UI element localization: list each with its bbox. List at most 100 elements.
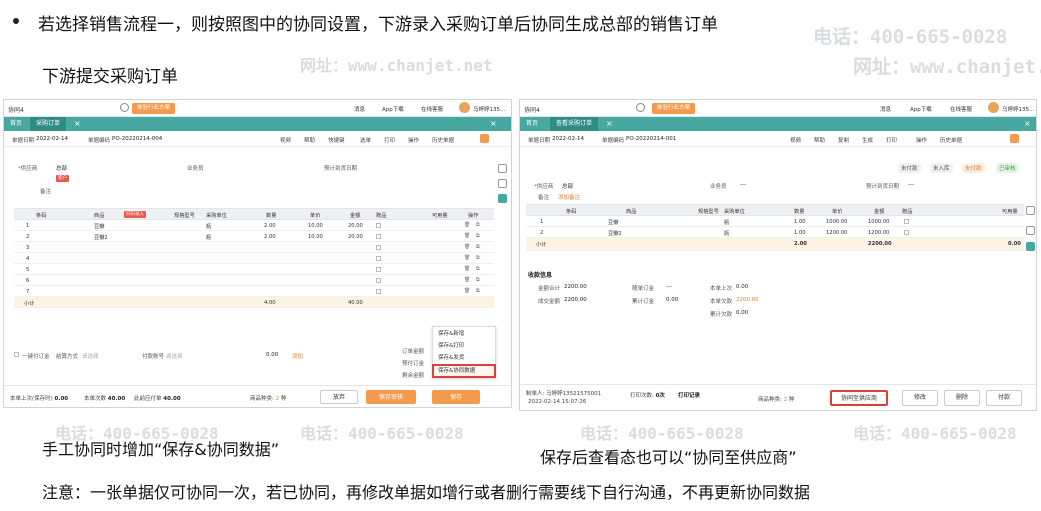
generate-tool[interactable]: 生成: [862, 136, 873, 144]
tab-home[interactable]: 首页: [4, 117, 28, 131]
company-name[interactable]: 协同4: [524, 105, 540, 114]
history-tool[interactable]: 历史单据: [940, 136, 962, 144]
tab-purchase-order[interactable]: 采购订单: [30, 117, 67, 131]
table-row[interactable]: 5 🗑 ⧉: [14, 264, 494, 275]
add-payment-link[interactable]: 添加: [292, 352, 303, 360]
pay-button[interactable]: 付款: [986, 390, 1022, 406]
app-download-link[interactable]: App下载: [382, 105, 404, 113]
industry-plan-button[interactable]: 体验行业方案: [652, 103, 696, 114]
table-row[interactable]: 2 豆瓣2 瓶 2.00 10.00 20.00 🗑 ⧉: [14, 231, 494, 242]
delete-icon[interactable]: 🗑: [464, 266, 470, 272]
code-value[interactable]: PO-20220214-004: [112, 136, 162, 142]
close-icon[interactable]: ×: [606, 117, 613, 131]
print-log-link[interactable]: 打印记录: [678, 391, 700, 399]
gift-checkbox[interactable]: [376, 234, 381, 239]
link-icon[interactable]: [498, 179, 507, 188]
avatar[interactable]: [988, 102, 999, 113]
gear-icon[interactable]: [636, 103, 645, 112]
table-row[interactable]: 2 豆瓣2 瓶 1.00 1200.00 1200.00: [526, 227, 1024, 238]
message-link[interactable]: 消息: [880, 105, 891, 113]
delete-icon[interactable]: 🗑: [464, 222, 470, 228]
save-print-option[interactable]: 保存&打印: [433, 340, 495, 352]
table-row[interactable]: 4 🗑 ⧉: [14, 253, 494, 264]
refresh-icon[interactable]: [1026, 242, 1035, 251]
gear-icon[interactable]: [120, 103, 129, 112]
help-tool[interactable]: 帮助: [814, 136, 825, 144]
link-icon[interactable]: [1026, 226, 1035, 235]
copy-tool[interactable]: 复制: [838, 136, 849, 144]
gift-checkbox[interactable]: [376, 267, 381, 272]
copy-icon[interactable]: ⧉: [476, 244, 480, 250]
history-tool[interactable]: 历史单据: [432, 136, 454, 144]
save-new-option[interactable]: 保存&新增: [433, 328, 495, 340]
app-download-link[interactable]: App下载: [910, 105, 932, 113]
shortcut-tool[interactable]: 快捷键: [328, 136, 345, 144]
gift-checkbox[interactable]: [376, 289, 381, 294]
deposit-amount[interactable]: 0.00: [266, 352, 278, 358]
copy-icon[interactable]: ⧉: [476, 288, 480, 294]
panel-icon[interactable]: [1026, 206, 1035, 215]
onekey-label[interactable]: 一键付订金: [22, 352, 50, 360]
video-tool[interactable]: 视频: [280, 136, 291, 144]
refresh-icon[interactable]: [498, 194, 507, 203]
help-tool[interactable]: 帮助: [304, 136, 315, 144]
copy-icon[interactable]: ⧉: [476, 222, 480, 228]
print-tool[interactable]: 打印: [886, 136, 897, 144]
copy-icon[interactable]: ⧉: [476, 255, 480, 261]
table-row[interactable]: 6 🗑 ⧉: [14, 275, 494, 286]
online-service-link[interactable]: 在线客服: [421, 105, 443, 113]
online-service-link[interactable]: 在线客服: [950, 105, 972, 113]
tab-home[interactable]: 首页: [520, 117, 544, 131]
operate-tool[interactable]: 操作: [408, 136, 419, 144]
gift-checkbox[interactable]: [376, 278, 381, 283]
close-icon[interactable]: ×: [74, 117, 81, 131]
close-icon[interactable]: ×: [490, 117, 497, 131]
delete-button[interactable]: 删除: [944, 390, 980, 406]
print-tool[interactable]: 打印: [384, 136, 395, 144]
arrival-label: 预计到货日期: [866, 184, 900, 190]
discard-button[interactable]: 放弃: [320, 390, 358, 404]
gift-checkbox[interactable]: [376, 256, 381, 261]
delete-icon[interactable]: 🗑: [464, 277, 470, 283]
copy-icon[interactable]: ⧉: [476, 277, 480, 283]
save-review-button[interactable]: 保存审核: [366, 390, 416, 404]
message-link[interactable]: 消息: [354, 105, 365, 113]
gift-checkbox[interactable]: [376, 223, 381, 228]
copy-icon[interactable]: ⧉: [476, 266, 480, 272]
nav-icon[interactable]: [1010, 134, 1019, 143]
save-sync-option[interactable]: 保存&协同数据: [432, 364, 496, 378]
gift-checkbox[interactable]: [376, 245, 381, 250]
table-row[interactable]: 3 🗑 ⧉: [14, 242, 494, 253]
account-select[interactable]: 请选择: [166, 352, 183, 360]
delete-icon[interactable]: 🗑: [464, 288, 470, 294]
save-ship-option[interactable]: 保存&发货: [433, 352, 495, 364]
operate-tool[interactable]: 操作: [916, 136, 927, 144]
delete-icon[interactable]: 🗑: [464, 244, 470, 250]
delete-icon[interactable]: 🗑: [464, 233, 470, 239]
settle-select[interactable]: 请选择: [82, 352, 99, 360]
save-button[interactable]: 保存: [432, 390, 480, 404]
close-icon[interactable]: ×: [1024, 117, 1031, 131]
table-row[interactable]: 1 豆瓣 瓶 2.00 10.00 20.00 🗑 ⧉: [14, 220, 494, 231]
onekey-checkbox[interactable]: [14, 352, 19, 357]
table-row[interactable]: 1 豆瓣 瓶 1.00 1000.00 1000.00: [526, 216, 1024, 227]
user-name[interactable]: 马婷婷135...: [473, 105, 505, 113]
delete-icon[interactable]: 🗑: [464, 255, 470, 261]
edit-button[interactable]: 修改: [902, 390, 938, 406]
nav-icon[interactable]: [480, 134, 489, 143]
avatar[interactable]: [459, 102, 470, 113]
date-value[interactable]: 2022-02-14: [36, 136, 68, 142]
tab-view-purchase-order[interactable]: 查看采购订单: [550, 117, 599, 131]
panel-icon[interactable]: [498, 164, 507, 173]
scan-tag[interactable]: 扫码录入: [124, 211, 146, 218]
vendor-value[interactable]: 总部: [56, 164, 67, 172]
select-tool[interactable]: 选单: [360, 136, 371, 144]
company-name[interactable]: 协同4: [8, 105, 24, 114]
table-row[interactable]: 7 🗑 ⧉: [14, 286, 494, 297]
user-name[interactable]: 马婷婷135...: [1002, 105, 1034, 113]
video-tool[interactable]: 视频: [790, 136, 801, 144]
industry-plan-button[interactable]: 体验行业方案: [132, 103, 176, 114]
sync-to-supplier-button[interactable]: 协同至供应商: [830, 390, 888, 406]
add-memo-link[interactable]: 添加备注: [558, 193, 580, 201]
copy-icon[interactable]: ⧉: [476, 233, 480, 239]
